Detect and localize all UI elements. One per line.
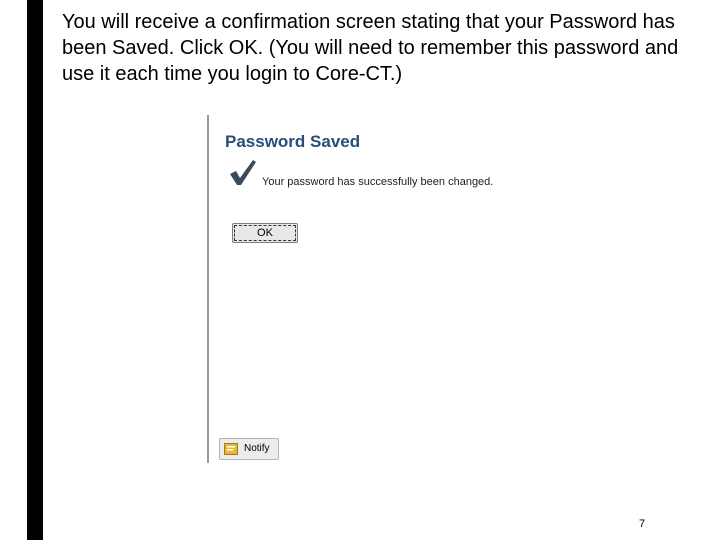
left-accent-bar [27, 0, 43, 540]
notify-button[interactable]: Notify [219, 438, 279, 460]
notify-label: Notify [244, 443, 270, 454]
page-number: 7 [639, 518, 646, 530]
notify-icon [224, 443, 238, 455]
instruction-text: You will receive a confirmation screen s… [62, 11, 679, 85]
checkmark-icon [230, 160, 256, 185]
ok-button[interactable]: OK [232, 223, 298, 243]
ok-button-label: OK [234, 225, 296, 241]
password-saved-screenshot: Password Saved Your password has success… [207, 115, 513, 463]
page-title: Password Saved [225, 132, 361, 151]
confirmation-message: Your password has successfully been chan… [262, 176, 494, 188]
